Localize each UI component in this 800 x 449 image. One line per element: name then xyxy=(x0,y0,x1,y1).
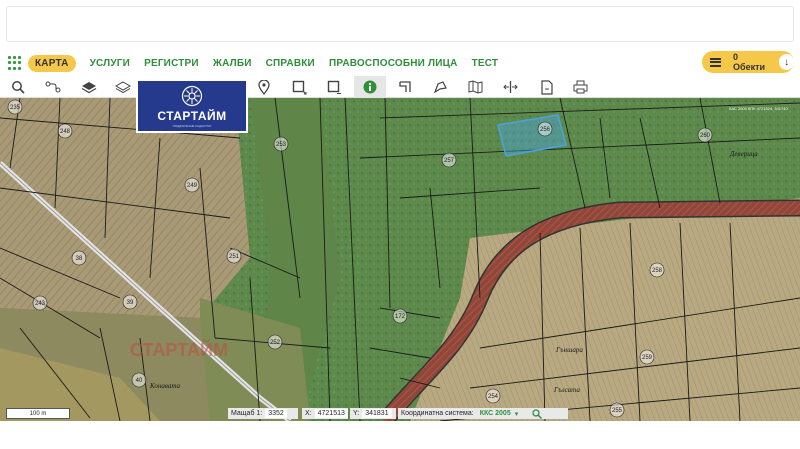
x-label: X: xyxy=(305,410,312,417)
chevron-down-icon[interactable]: ▾ xyxy=(515,410,519,418)
svg-text:38: 38 xyxy=(76,256,83,262)
y-value: 341831 xyxy=(362,409,392,418)
parcel-label[interactable]: 259 xyxy=(639,349,655,365)
map-book-icon[interactable] xyxy=(465,78,485,96)
parcel-label[interactable]: 258 xyxy=(649,262,665,278)
parcel-label[interactable]: 257 xyxy=(441,152,457,168)
polygon-icon[interactable] xyxy=(430,78,450,96)
map-header-text: КАС 2005 КПК 4721524, 341740 xyxy=(729,106,788,111)
parcel-label[interactable]: 260 xyxy=(697,127,713,143)
parcel-label[interactable]: 172 xyxy=(392,308,408,324)
parcel-label[interactable]: 235 xyxy=(7,99,23,115)
parcel-label[interactable]: 254 xyxy=(485,388,501,404)
nav-item-licensed-persons[interactable]: ПРАВОСПОСОБНИ ЛИЦА xyxy=(329,58,458,69)
select-rectangle-icon[interactable] xyxy=(324,78,344,96)
svg-text:251: 251 xyxy=(229,254,240,260)
parcel-label[interactable]: 256 xyxy=(537,121,553,137)
place-name: Конавата xyxy=(149,382,180,390)
crs-label: Координатна система: xyxy=(401,410,474,417)
scale-field: Мащаб 1: 3352 xyxy=(228,408,298,419)
company-logo: СТАРТАЙМ ПОДДЪРЖАНЕ КАДАСТЪР xyxy=(136,79,248,133)
x-value: 4721513 xyxy=(314,409,348,418)
parcel-label[interactable]: 243 xyxy=(32,295,48,311)
route-icon[interactable] xyxy=(43,78,63,96)
y-label: Y: xyxy=(353,410,360,417)
objects-button[interactable]: 0 Обекти ↓ xyxy=(702,51,794,73)
svg-text:40: 40 xyxy=(136,378,143,384)
scale-label: Мащаб 1: xyxy=(231,410,263,417)
parcel-label[interactable]: 252 xyxy=(267,334,283,350)
svg-text:253: 253 xyxy=(276,142,287,148)
svg-text:259: 259 xyxy=(642,355,653,361)
info-icon xyxy=(363,80,377,94)
svg-text:252: 252 xyxy=(270,340,281,346)
nav-item-references[interactable]: СПРАВКИ xyxy=(266,58,315,69)
zoom-search-icon[interactable] xyxy=(532,408,543,419)
download-arrow-icon[interactable]: ↓ xyxy=(779,54,794,70)
map-svg[interactable]: СТАРТАЙМ КАС 2005 КПК 4721524, 341740 24… xyxy=(0,98,800,421)
logo-emblem-icon xyxy=(181,85,203,106)
logo-subtitle: ПОДДЪРЖАНЕ КАДАСТЪР xyxy=(172,123,212,128)
nav-item-services[interactable]: УСЛУГИ xyxy=(90,58,131,69)
split-icon[interactable] xyxy=(500,78,520,96)
scale-value[interactable]: 3352 xyxy=(265,409,287,418)
parcel-label[interactable]: 251 xyxy=(226,248,242,264)
parcel-label[interactable]: 39 xyxy=(122,294,138,310)
parcel-label[interactable]: 253 xyxy=(273,136,289,152)
svg-text:254: 254 xyxy=(488,394,499,400)
svg-text:248: 248 xyxy=(60,129,71,135)
map-watermark: СТАРТАЙМ xyxy=(130,339,228,360)
corner-icon[interactable] xyxy=(395,78,415,96)
menu-icon xyxy=(710,57,722,67)
svg-text:235: 235 xyxy=(10,105,21,111)
svg-text:258: 258 xyxy=(652,268,663,274)
parcel-label[interactable]: 248 xyxy=(57,123,73,139)
svg-text:256: 256 xyxy=(540,127,551,133)
draw-rectangle-icon[interactable] xyxy=(289,78,309,96)
search-icon[interactable] xyxy=(8,78,28,96)
nav-item-complaints[interactable]: ЖАЛБИ xyxy=(213,58,252,69)
apps-grid-icon[interactable] xyxy=(8,56,22,70)
printer-icon[interactable] xyxy=(570,78,590,96)
y-coordinate-field: Y: 341831 xyxy=(350,408,396,419)
nav-item-map[interactable]: КАРТА xyxy=(28,54,76,72)
map-toolbar xyxy=(0,76,800,98)
nav-item-test[interactable]: ТЕСТ xyxy=(472,58,499,69)
svg-text:249: 249 xyxy=(187,183,198,189)
main-nav: КАРТА УСЛУГИ РЕГИСТРИ ЖАЛБИ СПРАВКИ ПРАВ… xyxy=(0,50,800,76)
layers-icon[interactable] xyxy=(79,78,99,96)
parcel-label[interactable]: 249 xyxy=(184,177,200,193)
svg-text:172: 172 xyxy=(395,314,406,320)
parcel-label[interactable]: 38 xyxy=(71,250,87,266)
place-name: Гъншара xyxy=(555,346,583,354)
map-canvas[interactable]: СТАРТАЙМ КАС 2005 КПК 4721524, 341740 24… xyxy=(0,98,800,421)
layers-outline-icon[interactable] xyxy=(113,78,133,96)
top-address-bar[interactable] xyxy=(6,6,794,42)
place-name: Деверица xyxy=(729,150,758,158)
status-bar: 100 m Мащаб 1: 3352 X: 4721513 Y: 341831… xyxy=(0,406,800,421)
svg-text:260: 260 xyxy=(700,133,711,139)
parcel-label[interactable]: 40 xyxy=(131,372,147,388)
document-icon[interactable] xyxy=(536,78,556,96)
app-root: { "nav": { "items": ["КАРТА", "УСЛУГИ", … xyxy=(0,0,800,449)
crs-select[interactable]: ККС 2005 xyxy=(480,410,511,417)
crs-field: Координатна система: ККС 2005 ▾ xyxy=(398,408,568,419)
logo-title: СТАРТАЙМ xyxy=(157,108,227,123)
x-coordinate-field: X: 4721513 xyxy=(302,408,348,419)
objects-count: 0 Обекти xyxy=(733,52,766,72)
svg-text:243: 243 xyxy=(35,301,46,307)
nav-item-registers[interactable]: РЕГИСТРИ xyxy=(144,58,199,69)
place-name: Гълсата xyxy=(553,386,580,394)
svg-text:257: 257 xyxy=(444,158,455,164)
scale-bar: 100 m xyxy=(6,408,70,419)
svg-text:39: 39 xyxy=(127,300,134,306)
location-pin-icon[interactable] xyxy=(254,78,274,96)
info-button[interactable] xyxy=(354,76,386,98)
